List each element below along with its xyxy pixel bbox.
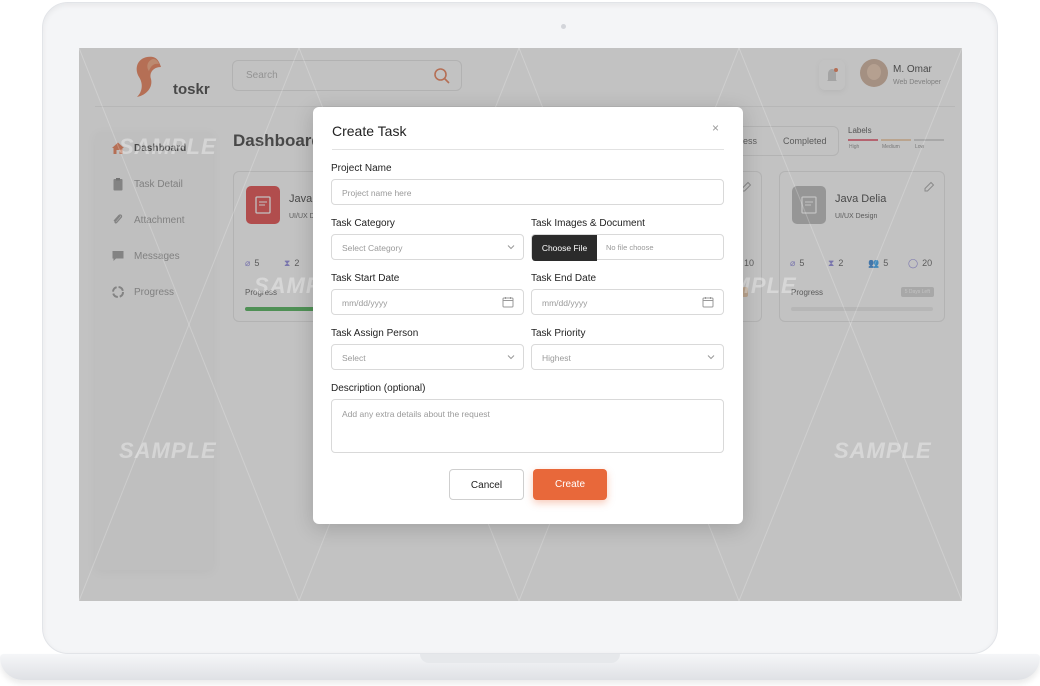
watermark: SAMPLE — [119, 438, 217, 463]
file-status: No file choose — [606, 243, 654, 252]
assign-person-placeholder: Select — [342, 353, 366, 363]
chevron-down-icon — [507, 245, 515, 250]
start-date-input[interactable]: mm/dd/yyyy — [331, 289, 524, 315]
create-task-modal: Create Task × Project Name Project name … — [313, 107, 743, 524]
end-date-label: Task End Date — [531, 273, 597, 284]
watermark: SAMPLE — [834, 438, 932, 463]
choose-file-button[interactable]: Choose File — [532, 235, 597, 261]
task-images-file-input: Choose File No file choose — [531, 234, 724, 261]
laptop-notch — [420, 654, 620, 663]
calendar-icon[interactable] — [502, 296, 514, 308]
project-name-placeholder: Project name here — [342, 188, 412, 198]
chevron-down-icon — [507, 355, 515, 360]
start-date-placeholder: mm/dd/yyyy — [342, 298, 388, 308]
priority-label: Task Priority — [531, 328, 586, 339]
app-screen: toskr Search M. Omar Web Developer Dashb… — [79, 48, 962, 601]
modal-divider — [332, 149, 724, 150]
calendar-icon[interactable] — [702, 296, 714, 308]
end-date-placeholder: mm/dd/yyyy — [542, 298, 588, 308]
laptop-base — [0, 654, 1040, 680]
create-button[interactable]: Create — [533, 469, 607, 500]
assign-person-label: Task Assign Person — [331, 328, 419, 339]
description-placeholder: Add any extra details about the request — [342, 409, 490, 419]
close-icon[interactable]: × — [712, 121, 719, 135]
chevron-down-icon — [707, 355, 715, 360]
camera-dot — [561, 24, 566, 29]
project-name-input[interactable]: Project name here — [331, 179, 724, 205]
modal-title: Create Task — [332, 123, 407, 139]
task-category-placeholder: Select Category — [342, 243, 403, 253]
description-textarea[interactable]: Add any extra details about the request — [331, 399, 724, 453]
start-date-label: Task Start Date — [331, 273, 400, 284]
description-label: Description (optional) — [331, 383, 426, 394]
task-category-select[interactable]: Select Category — [331, 234, 524, 260]
end-date-input[interactable]: mm/dd/yyyy — [531, 289, 724, 315]
task-images-label: Task Images & Document — [531, 218, 645, 229]
project-name-label: Project Name — [331, 163, 392, 174]
assign-person-select[interactable]: Select — [331, 344, 524, 370]
priority-value: Highest — [542, 353, 571, 363]
task-category-label: Task Category — [331, 218, 395, 229]
watermark: SAMPLE — [119, 134, 217, 159]
cancel-button[interactable]: Cancel — [449, 469, 524, 500]
priority-select[interactable]: Highest — [531, 344, 724, 370]
